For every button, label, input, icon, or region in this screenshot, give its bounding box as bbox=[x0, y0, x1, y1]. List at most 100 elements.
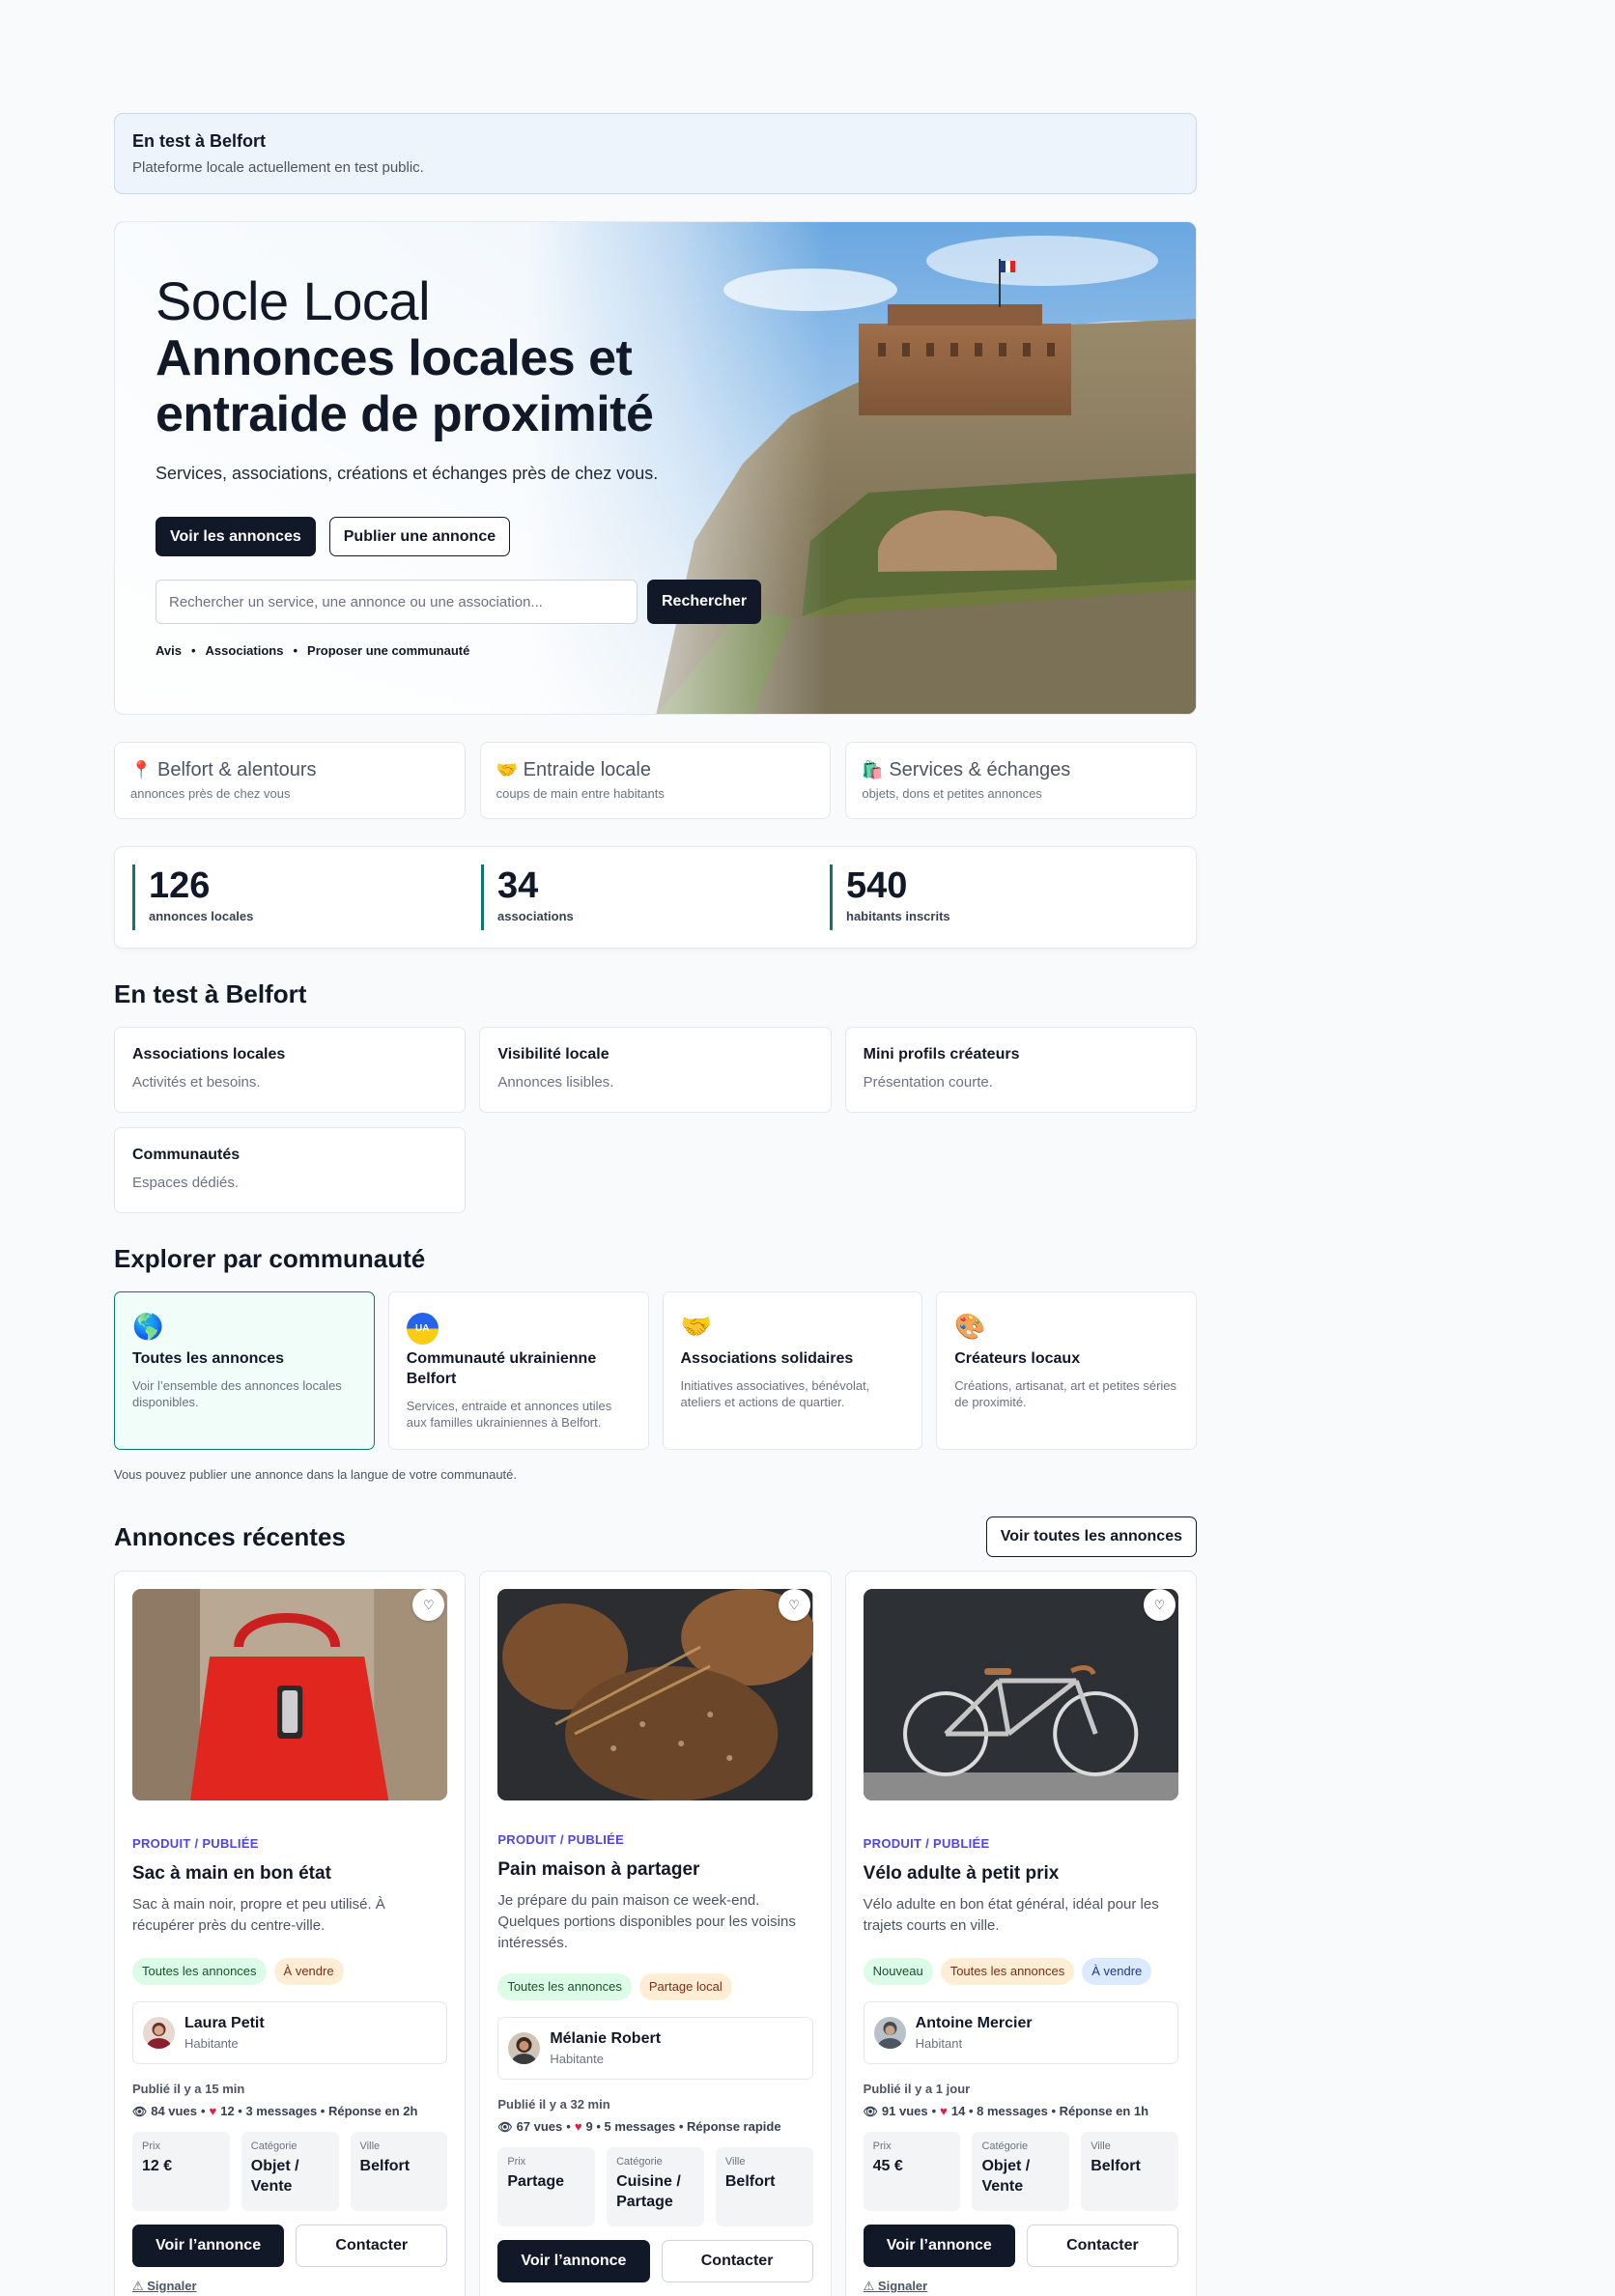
test-card-subtitle: Annonces lisibles. bbox=[497, 1074, 614, 1091]
test-section-grid: Associations locales Activités et besoin… bbox=[114, 1027, 1197, 1213]
eye-icon: 👁 bbox=[497, 2119, 513, 2134]
publish-listing-button[interactable]: Publier une annonce bbox=[328, 517, 511, 556]
listing-image[interactable]: ♡ bbox=[497, 1589, 813, 1800]
community-card-creators[interactable]: 🎨 Créateurs locaux Créations, artisanat,… bbox=[936, 1291, 1197, 1450]
listings-header: Annonces récentes Voir toutes les annonc… bbox=[114, 1516, 1197, 1557]
community-card-ukraine[interactable]: UA Communauté ukrainienne Belfort Servic… bbox=[387, 1291, 649, 1450]
stat-value: 34 bbox=[497, 865, 539, 906]
hero: Socle Local Annonces locales et entraide… bbox=[114, 221, 1197, 715]
hero-search: Rechercher bbox=[156, 580, 774, 624]
listing-properties: Prix 12 € Catégorie Objet / Vente Ville … bbox=[132, 2132, 448, 2211]
listing-image[interactable]: ♡ bbox=[132, 1589, 448, 1800]
hero-subtitle: Services, associations, créations et éch… bbox=[156, 464, 659, 483]
stat-value: 540 bbox=[846, 865, 908, 906]
engagement-stats: 12 • 3 messages • Réponse en 2h bbox=[220, 2104, 418, 2118]
published-time: Publié il y a 32 min bbox=[497, 2097, 610, 2112]
test-section-title: En test à Belfort bbox=[114, 979, 307, 1008]
contact-button[interactable]: Contacter bbox=[1026, 2225, 1178, 2267]
category-label: Catégorie bbox=[981, 2140, 1029, 2152]
stat-associations: 34 associations bbox=[481, 865, 830, 930]
chip: Toutes les annonces bbox=[940, 1958, 1075, 1985]
listing-user[interactable]: Mélanie Robert Habitante bbox=[497, 2017, 813, 2080]
report-link[interactable]: ⚠ Signaler bbox=[864, 2279, 1178, 2294]
listing-title: Sac à main en bon état bbox=[132, 1863, 331, 1884]
feature-belfort: 📍 Belfort & alentours annonces près de ch… bbox=[114, 742, 466, 819]
city-box: Ville Belfort bbox=[1081, 2132, 1178, 2211]
report-link[interactable]: ⚠ Signaler bbox=[132, 2279, 447, 2294]
category-value: Cuisine / Partage bbox=[616, 2173, 681, 2210]
community-title: Communauté ukrainienne Belfort bbox=[406, 1350, 597, 1387]
engagement-stats: 9 • 5 messages • Réponse rapide bbox=[585, 2119, 781, 2134]
test-card-title: Mini profils créateurs bbox=[863, 1046, 1020, 1063]
feature-subtitle: objets, dons et petites annonces bbox=[862, 786, 1042, 801]
contact-button[interactable]: Contacter bbox=[661, 2240, 813, 2282]
category-value: Objet / Vente bbox=[981, 2158, 1031, 2195]
listings-title: Annonces récentes bbox=[114, 1521, 346, 1551]
stat-residents: 540 habitants inscrits bbox=[830, 865, 1178, 930]
test-card-title: Visibilité locale bbox=[497, 1046, 609, 1063]
hero-headline: Annonces locales et entraide de proximit… bbox=[156, 330, 654, 442]
views-count: 91 vues bbox=[881, 2104, 928, 2118]
avatar bbox=[143, 2017, 175, 2049]
city-label: Ville bbox=[359, 2140, 381, 2152]
price-label: Prix bbox=[872, 2140, 892, 2152]
link-avis[interactable]: Avis bbox=[156, 643, 182, 658]
favorite-heart-icon[interactable]: ♡ bbox=[778, 1589, 810, 1621]
feature-subtitle: annonces près de chez vous bbox=[130, 786, 291, 801]
listing-card: ♡ PRODUIT / PUBLIÉE Vélo adulte à petit … bbox=[844, 1571, 1197, 2296]
community-title: Créateurs locaux bbox=[954, 1350, 1081, 1367]
eye-icon: 👁 bbox=[132, 2104, 148, 2118]
stat-label: habitants inscrits bbox=[846, 909, 950, 923]
test-card-title: Associations locales bbox=[132, 1046, 286, 1063]
communities-title: Explorer par communauté bbox=[114, 1244, 426, 1273]
stats-panel: 126 annonces locales 34 associations 540… bbox=[114, 846, 1197, 949]
user-name: Laura Petit bbox=[184, 2015, 265, 2031]
feature-services: 🛍️ Services & échanges objets, dons et pe… bbox=[845, 742, 1198, 819]
listing-image[interactable]: ♡ bbox=[863, 1589, 1178, 1800]
communities-grid: 🌎 Toutes les annonces Voir l’ensemble de… bbox=[114, 1291, 1197, 1450]
price-value: Partage bbox=[507, 2173, 565, 2190]
heart-icon: ♥ bbox=[209, 2104, 217, 2118]
listing-actions: Voir l’annonce Contacter bbox=[497, 2240, 813, 2282]
separator-dot: • bbox=[190, 643, 196, 658]
community-subtitle: Créations, artisanat, art et petites sér… bbox=[954, 1378, 1177, 1409]
avatar bbox=[873, 2017, 906, 2049]
listing-meta: 👁 67 vues • ♥ 9 • 5 messages • Réponse r… bbox=[497, 2119, 812, 2134]
search-button[interactable]: Rechercher bbox=[647, 580, 762, 624]
community-subtitle: Voir l’ensemble des annonces locales dis… bbox=[132, 1378, 342, 1409]
stat-listings: 126 annonces locales bbox=[132, 865, 481, 930]
listing-user[interactable]: Antoine Mercier Habitant bbox=[863, 2001, 1178, 2064]
separator-dot: • bbox=[293, 643, 298, 658]
favorite-heart-icon[interactable]: ♡ bbox=[1144, 1589, 1176, 1621]
view-listing-button[interactable]: Voir l’annonce bbox=[497, 2240, 650, 2282]
link-associations[interactable]: Associations bbox=[206, 643, 284, 658]
community-subtitle: Services, entraide et annonces utiles au… bbox=[406, 1399, 612, 1430]
view-listings-button[interactable]: Voir les annonces bbox=[156, 517, 316, 556]
views-count: 67 vues bbox=[516, 2119, 563, 2134]
city-value: Belfort bbox=[359, 2158, 411, 2174]
contact-button[interactable]: Contacter bbox=[296, 2225, 448, 2267]
listing-description: Sac à main noir, propre et peu utilisé. … bbox=[132, 1896, 385, 1934]
search-input[interactable] bbox=[156, 580, 638, 624]
separator-dot: • bbox=[566, 2119, 571, 2134]
community-title: Associations solidaires bbox=[680, 1350, 854, 1367]
handbag-image bbox=[132, 1589, 448, 1800]
view-listing-button[interactable]: Voir l’annonce bbox=[132, 2225, 285, 2267]
community-card-all[interactable]: 🌎 Toutes les annonces Voir l’ensemble de… bbox=[114, 1291, 375, 1450]
test-card: Associations locales Activités et besoin… bbox=[114, 1027, 467, 1113]
view-listing-button[interactable]: Voir l’annonce bbox=[863, 2225, 1015, 2267]
listing-tag: PRODUIT / PUBLIÉE bbox=[863, 1836, 990, 1851]
listing-description: Je prépare du pain maison ce week-end. Q… bbox=[497, 1892, 796, 1951]
test-card: Visibilité locale Annonces lisibles. bbox=[479, 1027, 832, 1113]
listing-description: Vélo adulte en bon état général, idéal p… bbox=[863, 1896, 1159, 1934]
heart-icon: ♥ bbox=[940, 2104, 948, 2118]
published-time: Publié il y a 1 jour bbox=[863, 2082, 971, 2096]
handshake-icon: 🤝 bbox=[496, 760, 519, 780]
listing-user[interactable]: Laura Petit Habitante bbox=[132, 2001, 448, 2064]
community-card-associations[interactable]: 🤝 Associations solidaires Initiatives as… bbox=[662, 1291, 923, 1450]
chip: À vendre bbox=[1082, 1958, 1152, 1985]
link-propose-community[interactable]: Proposer une communauté bbox=[307, 643, 469, 658]
chip: Toutes les annonces bbox=[497, 1973, 632, 2000]
heart-icon: ♥ bbox=[574, 2119, 582, 2134]
see-all-listings-button[interactable]: Voir toutes les annonces bbox=[985, 1516, 1197, 1557]
